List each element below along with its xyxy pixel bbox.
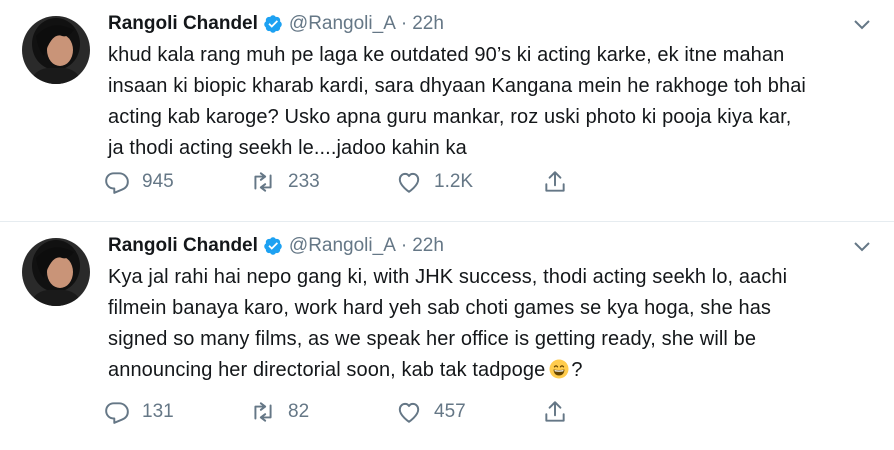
timestamp[interactable]: 22h (412, 13, 444, 35)
separator-dot: · (400, 13, 408, 34)
tweet[interactable]: Rangoli Chandel @Rangoli_A · 22h Kya jal… (0, 222, 894, 450)
tweet-text-line: ja thodi acting seekh le....jadoo kahin … (108, 137, 467, 159)
share-icon (545, 401, 565, 422)
tweet-text-line: Kya jal rahi hai nepo gang ki, with JHK … (108, 266, 788, 288)
share-icon (545, 171, 565, 192)
reply-icon (105, 172, 129, 194)
avatar[interactable] (22, 238, 90, 306)
retweet-count: 82 (288, 401, 310, 422)
retweet-icon (254, 172, 272, 192)
reply-count: 131 (142, 401, 174, 422)
tweet-feed: Rangoli Chandel @Rangoli_A · 22h khud ka… (0, 0, 894, 450)
retweet-count: 233 (288, 171, 320, 192)
tweet-header: Rangoli Chandel @Rangoli_A · 22h (108, 10, 444, 38)
like-count: 1.2K (434, 171, 474, 192)
verified-badge-icon (263, 236, 283, 256)
share-button[interactable] (542, 399, 688, 425)
share-button[interactable] (542, 169, 688, 195)
tweet-text-line: khud kala rang muh pe laga ke outdated 9… (108, 44, 785, 66)
heart-icon (398, 402, 420, 423)
separator-dot: · (400, 235, 408, 256)
tweet-text-line: filmein banaya karo, work hard yeh sab c… (108, 297, 772, 319)
user-handle[interactable]: @Rangoli_A (289, 235, 396, 257)
reply-icon (105, 402, 129, 424)
verified-badge-icon (263, 14, 283, 34)
tweet-text-line: announcing her directorial soon, kab tak… (108, 355, 878, 386)
reply-button[interactable]: 945 (104, 169, 250, 195)
tweet-text-line: signed so many films, as we speak her of… (108, 328, 757, 350)
chevron-down-icon[interactable] (852, 236, 872, 256)
grinning-emoji-icon (549, 358, 569, 379)
heart-icon (398, 172, 420, 193)
avatar[interactable] (22, 16, 90, 84)
display-name[interactable]: Rangoli Chandel (108, 235, 258, 257)
retweet-button[interactable]: 233 (250, 169, 396, 195)
tweet-actions: 131 82 457 (104, 398, 688, 426)
reply-count: 945 (142, 171, 174, 192)
tweet[interactable]: Rangoli Chandel @Rangoli_A · 22h khud ka… (0, 0, 894, 222)
like-button[interactable]: 1.2K (396, 169, 542, 195)
tweet-text-fragment: announcing her directorial soon, kab tak… (108, 359, 546, 381)
chevron-down-icon[interactable] (852, 14, 872, 34)
tweet-text-line: acting kab karoge? Usko apna guru mankar… (108, 106, 792, 128)
display-name[interactable]: Rangoli Chandel (108, 13, 258, 35)
tweet-text: Kya jal rahi hai nepo gang ki, with JHK … (108, 262, 878, 386)
retweet-button[interactable]: 82 (250, 399, 396, 425)
timestamp[interactable]: 22h (412, 235, 444, 257)
tweet-actions: 945 233 1.2K (104, 168, 688, 196)
retweet-icon (254, 402, 272, 422)
tweet-text-fragment: ? (571, 359, 583, 381)
tweet-header: Rangoli Chandel @Rangoli_A · 22h (108, 232, 444, 260)
like-count: 457 (434, 401, 466, 422)
user-handle[interactable]: @Rangoli_A (289, 13, 396, 35)
reply-button[interactable]: 131 (104, 399, 250, 425)
like-button[interactable]: 457 (396, 399, 542, 425)
tweet-text: khud kala rang muh pe laga ke outdated 9… (108, 40, 878, 164)
tweet-text-line: insaan ki biopic kharab kardi, sara dhya… (108, 75, 806, 97)
